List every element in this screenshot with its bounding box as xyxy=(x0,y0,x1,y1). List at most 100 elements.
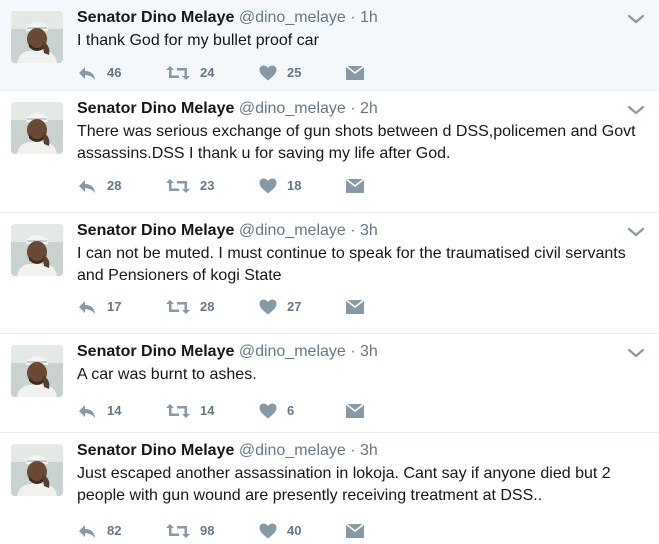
tweet-header: Senator Dino Melaye @dino_melaye · 3h xyxy=(77,342,378,362)
separator-dot: · xyxy=(350,222,356,239)
like-button[interactable]: 25 xyxy=(259,64,301,82)
author-name[interactable]: Senator Dino Melaye xyxy=(77,100,234,117)
separator-dot: · xyxy=(350,343,356,360)
author-name[interactable]: Senator Dino Melaye xyxy=(77,222,234,239)
direct-message-button[interactable] xyxy=(346,64,364,82)
retweet-button[interactable]: 24 xyxy=(166,64,214,82)
author-handle[interactable]: @dino_melaye xyxy=(239,442,346,459)
tweet-text: Just escaped another assassination in lo… xyxy=(77,465,611,504)
retweet-button[interactable]: 28 xyxy=(166,298,214,316)
reply-icon xyxy=(77,299,97,315)
tweet-timeline: Senator Dino Melaye @dino_melaye · 1h I … xyxy=(0,0,659,544)
avatar[interactable] xyxy=(11,444,63,496)
like-button[interactable]: 18 xyxy=(259,177,301,195)
envelope-icon xyxy=(346,66,364,80)
tweet-header: Senator Dino Melaye @dino_melaye · 1h xyxy=(77,8,378,28)
tweet-header: Senator Dino Melaye @dino_melaye · 3h xyxy=(77,221,378,241)
tweet[interactable]: Senator Dino Melaye @dino_melaye · 3h I … xyxy=(0,213,659,334)
chevron-down-icon[interactable] xyxy=(627,346,645,358)
retweet-count: 28 xyxy=(200,299,215,314)
tweet[interactable]: Senator Dino Melaye @dino_melaye · 2h Th… xyxy=(0,91,659,213)
like-count: 27 xyxy=(287,299,302,314)
retweet-count: 14 xyxy=(200,403,215,418)
envelope-icon xyxy=(346,179,364,193)
reply-button[interactable]: 82 xyxy=(77,522,121,540)
tweet[interactable]: Senator Dino Melaye @dino_melaye · 1h I … xyxy=(0,0,659,91)
envelope-icon xyxy=(346,524,364,538)
separator-dot: · xyxy=(350,442,356,459)
tweet-timestamp[interactable]: 3h xyxy=(360,442,378,459)
tweet-text: There was serious exchange of gun shots … xyxy=(77,123,636,162)
tweet-timestamp[interactable]: 1h xyxy=(360,9,378,26)
author-name[interactable]: Senator Dino Melaye xyxy=(77,442,234,459)
reply-count: 17 xyxy=(107,299,122,314)
tweet-header: Senator Dino Melaye @dino_melaye · 3h xyxy=(77,441,378,461)
separator-dot: · xyxy=(350,9,356,26)
chevron-down-icon[interactable] xyxy=(627,103,645,115)
direct-message-button[interactable] xyxy=(346,177,364,195)
like-button[interactable]: 27 xyxy=(259,298,301,316)
reply-icon xyxy=(77,403,97,419)
tweet[interactable]: Senator Dino Melaye @dino_melaye · 3h A … xyxy=(0,334,659,433)
tweet-timestamp[interactable]: 3h xyxy=(360,343,378,360)
avatar[interactable] xyxy=(11,102,63,154)
author-name[interactable]: Senator Dino Melaye xyxy=(77,9,234,26)
reply-icon xyxy=(77,178,97,194)
retweet-count: 23 xyxy=(200,178,215,193)
reply-icon xyxy=(77,523,97,539)
reply-count: 28 xyxy=(107,178,122,193)
reply-count: 82 xyxy=(107,523,122,538)
heart-icon xyxy=(259,403,277,419)
retweet-count: 98 xyxy=(200,523,215,538)
direct-message-button[interactable] xyxy=(346,402,364,420)
like-count: 25 xyxy=(287,65,302,80)
like-count: 6 xyxy=(287,403,295,418)
reply-icon xyxy=(77,65,97,81)
tweet-text: I can not be muted. I must continue to s… xyxy=(77,245,626,284)
tweet-header: Senator Dino Melaye @dino_melaye · 2h xyxy=(77,99,378,119)
direct-message-button[interactable] xyxy=(346,522,364,540)
like-button[interactable]: 40 xyxy=(259,522,301,540)
tweet-text: A car was burnt to ashes. xyxy=(77,366,257,383)
chevron-down-icon[interactable] xyxy=(627,225,645,237)
author-handle[interactable]: @dino_melaye xyxy=(239,100,346,117)
retweet-icon xyxy=(166,299,190,315)
retweet-icon xyxy=(166,403,190,419)
author-handle[interactable]: @dino_melaye xyxy=(239,9,346,26)
retweet-button[interactable]: 98 xyxy=(166,522,214,540)
heart-icon xyxy=(259,299,277,315)
direct-message-button[interactable] xyxy=(346,298,364,316)
chevron-down-icon[interactable] xyxy=(627,12,645,24)
retweet-icon xyxy=(166,523,190,539)
separator-dot: · xyxy=(350,100,356,117)
tweet-timestamp[interactable]: 2h xyxy=(360,100,378,117)
envelope-icon xyxy=(346,404,364,418)
heart-icon xyxy=(259,523,277,539)
retweet-button[interactable]: 23 xyxy=(166,177,214,195)
reply-button[interactable]: 28 xyxy=(77,177,121,195)
tweet-text: I thank God for my bullet proof car xyxy=(77,32,319,49)
retweet-count: 24 xyxy=(200,65,215,80)
reply-button[interactable]: 46 xyxy=(77,64,121,82)
tweet[interactable]: Senator Dino Melaye @dino_melaye · 3h Ju… xyxy=(0,433,659,544)
author-name[interactable]: Senator Dino Melaye xyxy=(77,343,234,360)
reply-button[interactable]: 14 xyxy=(77,402,121,420)
retweet-icon xyxy=(166,65,190,81)
avatar[interactable] xyxy=(11,11,63,63)
reply-count: 46 xyxy=(107,65,122,80)
avatar[interactable] xyxy=(11,345,63,397)
reply-count: 14 xyxy=(107,403,122,418)
like-count: 18 xyxy=(287,178,302,193)
heart-icon xyxy=(259,65,277,81)
author-handle[interactable]: @dino_melaye xyxy=(239,222,346,239)
retweet-button[interactable]: 14 xyxy=(166,402,214,420)
like-count: 40 xyxy=(287,523,302,538)
avatar[interactable] xyxy=(11,224,63,276)
retweet-icon xyxy=(166,178,190,194)
reply-button[interactable]: 17 xyxy=(77,298,121,316)
like-button[interactable]: 6 xyxy=(259,402,294,420)
author-handle[interactable]: @dino_melaye xyxy=(239,343,346,360)
heart-icon xyxy=(259,178,277,194)
envelope-icon xyxy=(346,300,364,314)
tweet-timestamp[interactable]: 3h xyxy=(360,222,378,239)
